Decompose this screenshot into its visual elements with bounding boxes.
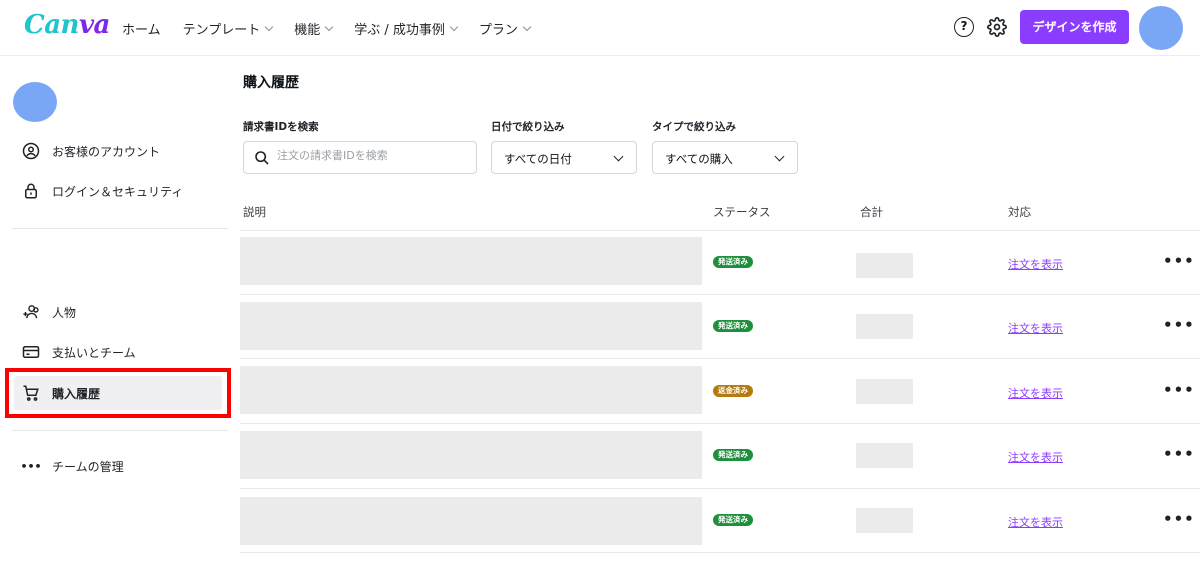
column-header-action: 対応 <box>1008 205 1031 219</box>
help-icon[interactable]: ? <box>954 17 974 37</box>
sidebar-item-people[interactable]: 人物 <box>22 303 76 321</box>
column-header-status: ステータス <box>713 205 771 219</box>
lock-icon <box>22 182 40 200</box>
sidebar-item-label: ログイン＆セキュリティ <box>52 184 184 199</box>
table-divider <box>240 488 1200 489</box>
status-badge: 発送済み <box>713 514 753 526</box>
chevron-down-icon <box>613 151 624 162</box>
more-options-icon[interactable]: ••• <box>1163 381 1195 399</box>
sidebar-item-label: 支払いとチーム <box>52 345 136 360</box>
main-nav: ホーム テンプレート 機能 学ぶ / 成功事例 プラン <box>122 19 552 38</box>
status-badge: 発送済み <box>713 449 753 461</box>
sidebar-item-purchase-history[interactable]: 購入履歴 <box>22 384 100 402</box>
sidebar-item-label: チームの管理 <box>52 459 124 474</box>
status-badge: 返金済み <box>713 385 753 397</box>
total-placeholder <box>856 253 913 278</box>
nav-plans[interactable]: プラン <box>478 19 532 38</box>
sidebar-item-billing[interactable]: 支払いとチーム <box>22 343 136 361</box>
more-options-icon[interactable]: ••• <box>1163 316 1195 334</box>
description-placeholder <box>240 302 702 350</box>
search-input[interactable] <box>277 149 467 162</box>
more-options-icon[interactable]: ••• <box>1163 252 1195 270</box>
top-navigation-bar: Canva ホーム テンプレート 機能 学ぶ / 成功事例 プラン ? デザイン… <box>0 0 1200 56</box>
sidebar-item-label: 購入履歴 <box>52 386 101 401</box>
view-order-link[interactable]: 注文を表示 <box>1008 449 1063 465</box>
chevron-down-icon <box>325 22 334 31</box>
description-placeholder <box>240 497 702 545</box>
type-filter-value: すべての購入 <box>665 152 733 166</box>
chevron-down-icon <box>265 22 274 31</box>
view-order-link[interactable]: 注文を表示 <box>1008 320 1063 336</box>
page-title: 購入履歴 <box>243 75 299 91</box>
table-divider <box>240 358 1200 359</box>
search-field[interactable] <box>243 141 477 174</box>
create-design-button[interactable]: デザインを作成 <box>1020 10 1129 44</box>
more-options-icon[interactable]: ••• <box>1163 510 1195 528</box>
sidebar-item-account[interactable]: お客様のアカウント <box>22 142 160 160</box>
date-filter-value: すべての日付 <box>504 152 572 166</box>
nav-templates[interactable]: テンプレート <box>182 19 274 38</box>
sidebar-divider <box>12 430 228 431</box>
credit-card-icon <box>22 343 40 361</box>
total-placeholder <box>856 443 913 468</box>
sidebar-item-label: お客様のアカウント <box>52 144 161 159</box>
view-order-link[interactable]: 注文を表示 <box>1008 256 1063 272</box>
search-filter-label: 請求書IDを検索 <box>243 121 319 133</box>
description-placeholder <box>240 366 702 414</box>
nav-home[interactable]: ホーム <box>122 19 161 38</box>
search-icon <box>254 150 270 170</box>
nav-features-label: 機能 <box>294 23 321 38</box>
column-header-description: 説明 <box>243 205 266 219</box>
nav-templates-label: テンプレート <box>182 23 261 38</box>
type-filter-label: タイプで絞り込み <box>652 121 736 133</box>
table-divider <box>240 552 1200 553</box>
nav-features[interactable]: 機能 <box>294 19 334 38</box>
sidebar-item-label: 人物 <box>52 305 77 320</box>
nav-plans-label: プラン <box>478 23 518 38</box>
table-divider <box>240 230 1200 231</box>
status-badge: 発送済み <box>713 256 753 268</box>
sidebar-item-security[interactable]: ログイン＆セキュリティ <box>22 182 183 200</box>
total-placeholder <box>856 508 913 533</box>
sidebar-divider <box>12 228 228 229</box>
chevron-down-icon <box>449 22 459 31</box>
nav-learn[interactable]: 学ぶ / 成功事例 <box>354 19 459 38</box>
date-filter-select[interactable]: すべての日付 <box>491 141 637 174</box>
column-header-total: 合計 <box>860 205 883 219</box>
table-divider <box>240 423 1200 424</box>
status-badge: 発送済み <box>713 320 753 332</box>
date-filter-label: 日付で絞り込み <box>491 121 565 133</box>
table-divider <box>240 294 1200 295</box>
user-circle-icon <box>22 142 40 160</box>
chevron-down-icon <box>774 151 785 162</box>
total-placeholder <box>856 379 913 404</box>
sidebar-item-team-management[interactable]: ••• チームの管理 <box>20 457 124 475</box>
type-filter-select[interactable]: すべての購入 <box>652 141 798 174</box>
cart-icon <box>22 384 40 402</box>
canva-logo[interactable]: Canva <box>24 10 110 40</box>
more-dots-icon: ••• <box>20 459 42 473</box>
total-placeholder <box>856 314 913 339</box>
nav-home-label: ホーム <box>122 23 161 38</box>
view-order-link[interactable]: 注文を表示 <box>1008 514 1063 530</box>
description-placeholder <box>240 237 702 285</box>
description-placeholder <box>240 431 702 479</box>
avatar[interactable] <box>1139 6 1183 50</box>
sidebar-avatar <box>13 82 57 122</box>
more-options-icon[interactable]: ••• <box>1163 445 1195 463</box>
chevron-down-icon <box>522 22 532 31</box>
people-add-icon <box>22 303 40 321</box>
gear-icon[interactable] <box>987 17 1007 37</box>
view-order-link[interactable]: 注文を表示 <box>1008 385 1063 401</box>
nav-learn-label: 学ぶ / 成功事例 <box>354 23 445 38</box>
